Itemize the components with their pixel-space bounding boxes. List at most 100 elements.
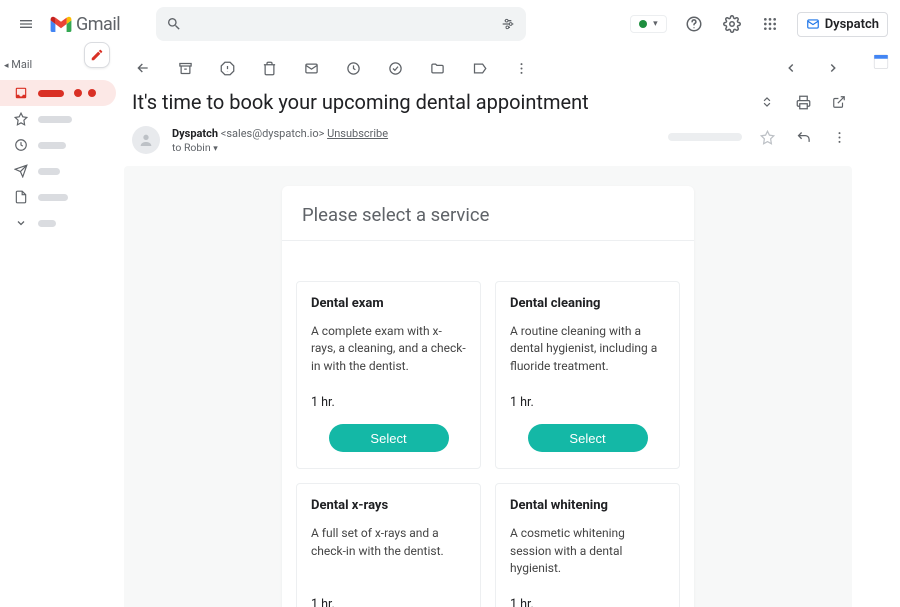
status-indicator[interactable]: ▾ [630,15,667,33]
compose-button[interactable] [84,42,110,68]
sidebar-item-more[interactable] [0,210,116,236]
star-message-button[interactable] [756,126,778,148]
archive-icon [178,61,193,76]
chevron-right-icon [826,61,840,75]
service-card-item: Dental cleaningA routine cleaning with a… [495,281,680,469]
label-icon [472,61,487,76]
sidebar-item-sent[interactable] [0,158,116,184]
delete-button[interactable] [258,57,280,79]
print-icon [796,95,811,110]
sender-name: Dyspatch [172,127,218,140]
app-header: Gmail ▾ Dyspatch [0,0,900,48]
gmail-logo-icon [50,16,72,32]
service-duration: 1 hr. [311,597,466,607]
main-menu-button[interactable] [12,10,40,38]
trash-icon [262,61,277,76]
report-spam-button[interactable] [216,57,238,79]
service-title: Dental x-rays [311,498,466,513]
select-service-button[interactable]: Select [329,424,449,452]
sidebar-item-drafts[interactable] [0,184,116,210]
external-icon [832,95,846,109]
apps-grid-icon [762,16,778,32]
calendar-addon[interactable] [872,52,890,70]
apps-button[interactable] [759,13,781,35]
message-date [668,133,742,141]
mark-unread-button[interactable] [300,57,322,79]
expand-button[interactable] [756,91,778,113]
sidebar-item-starred[interactable] [0,106,116,132]
sidebar-item-inbox[interactable] [0,80,116,106]
gmail-logo-text: Gmail [76,14,120,35]
envelope-icon [806,17,820,31]
service-description: A complete exam with x-rays, a cleaning,… [311,323,466,375]
hamburger-icon [18,16,34,32]
message-main: It's time to book your upcoming dental a… [122,48,862,607]
reply-icon [796,130,811,145]
sender-avatar[interactable] [132,126,160,154]
search-options-icon[interactable] [500,16,516,32]
search-bar[interactable] [156,7,526,41]
dyspatch-badge-label: Dyspatch [825,17,879,32]
back-button[interactable] [132,57,154,79]
settings-button[interactable] [721,13,743,35]
email-body: Please select a service Dental exam A com… [124,166,852,607]
email-heading: Please select a service [302,204,674,226]
star-outline-icon [760,130,775,145]
service-title: Dental whitening [510,498,665,513]
select-service-button[interactable]: Select [528,424,648,452]
reply-button[interactable] [792,126,814,148]
folder-move-icon [430,61,445,76]
gmail-logo[interactable]: Gmail [50,14,120,35]
archive-button[interactable] [174,57,196,79]
inbox-icon [14,86,28,100]
service-card-item: Dental exam A complete exam with x-rays, … [296,281,481,469]
active-status-dot-icon [639,20,647,28]
search-input[interactable] [192,16,490,32]
side-panel [862,48,900,607]
pencil-icon [90,48,104,62]
message-toolbar [122,48,854,88]
snooze-button[interactable] [342,57,364,79]
search-icon [166,16,182,32]
add-to-tasks-button[interactable] [384,57,406,79]
help-icon [685,15,703,33]
recipient-line[interactable]: to Robin ▾ [172,141,388,156]
print-button[interactable] [792,91,814,113]
dyspatch-badge[interactable]: Dyspatch [797,12,888,37]
open-new-window-button[interactable] [828,91,850,113]
service-card-item: Dental whiteningA cosmetic whitening ses… [495,483,680,607]
more-vertical-icon [832,130,847,145]
service-title: Dental exam [311,296,466,311]
sidebar-item-snoozed[interactable] [0,132,116,158]
more-actions-button[interactable] [510,57,532,79]
sidebar-section-label: Mail [11,58,32,71]
newer-button[interactable] [822,57,844,79]
move-to-button[interactable] [426,57,448,79]
clock-icon [14,138,28,152]
unsubscribe-link[interactable]: Unsubscribe [327,127,388,140]
labels-button[interactable] [468,57,490,79]
task-check-icon [388,61,403,76]
service-duration: 1 hr. [311,395,466,410]
chevron-down-icon [14,216,28,230]
message-subject: It's time to book your upcoming dental a… [132,90,589,114]
older-button[interactable] [780,57,802,79]
gear-icon [723,15,741,33]
service-duration: 1 hr. [510,597,665,607]
service-card: Please select a service Dental exam A com… [282,186,694,607]
header-actions: ▾ Dyspatch [630,12,888,37]
star-icon [14,112,28,126]
sender-email: <sales@dyspatch.io> [221,127,327,140]
more-vertical-icon [514,61,529,76]
document-icon [14,190,28,204]
service-description: A full set of x-rays and a check-in with… [311,525,466,577]
chevron-down-icon: ▾ [653,19,658,29]
support-button[interactable] [683,13,705,35]
calendar-icon [872,52,890,70]
message-more-button[interactable] [828,126,850,148]
expand-icon [760,95,774,109]
sidebar: ◂ Mail [0,48,122,607]
person-icon [138,132,154,148]
spam-icon [220,61,235,76]
arrow-left-icon [135,60,151,76]
